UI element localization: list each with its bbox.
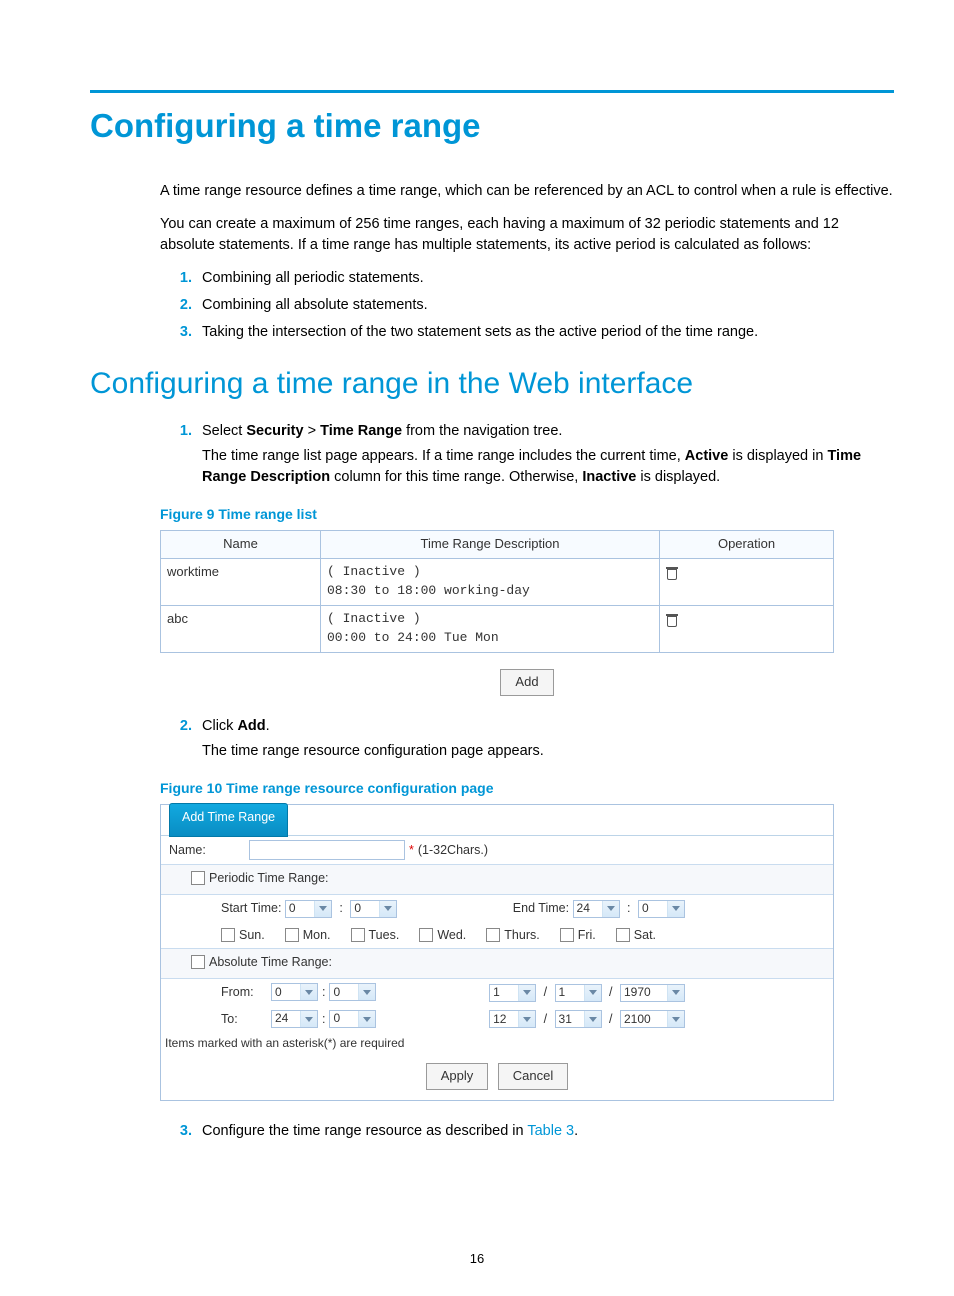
- cell-name: abc: [161, 605, 321, 652]
- step-3: Configure the time range resource as des…: [196, 1121, 894, 1142]
- step-2: Click Add. The time range resource confi…: [196, 716, 894, 762]
- chevron-down-icon: [379, 901, 396, 917]
- end-hour-select[interactable]: 24: [573, 900, 620, 918]
- day-fri-checkbox[interactable]: [560, 928, 574, 942]
- day-thu-checkbox[interactable]: [486, 928, 500, 942]
- col-desc: Time Range Description: [321, 531, 660, 559]
- day-sat-checkbox[interactable]: [616, 928, 630, 942]
- to-hour-select[interactable]: 24: [271, 1010, 318, 1028]
- cell-desc: ( Inactive ) 00:00 to 24:00 Tue Mon: [321, 605, 660, 652]
- chevron-down-icon: [300, 984, 317, 1000]
- page-number: 16: [0, 1251, 954, 1266]
- to-month-select[interactable]: 12: [489, 1010, 536, 1028]
- intro-paragraph-1: A time range resource defines a time ran…: [160, 181, 894, 202]
- cell-name: worktime: [161, 559, 321, 606]
- absolute-label: Absolute Time Range:: [209, 953, 332, 971]
- steps-list-cont2: Configure the time range resource as des…: [160, 1121, 894, 1142]
- table-row: abc ( Inactive ) 00:00 to 24:00 Tue Mon: [161, 605, 834, 652]
- days-row: Sun. Mon. Tues. Wed. Thurs. Fri. Sat.: [161, 922, 833, 948]
- intro-list-item: Combining all absolute statements.: [196, 295, 894, 316]
- name-label: Name:: [169, 841, 249, 859]
- chevron-down-icon: [358, 984, 375, 1000]
- apply-button[interactable]: Apply: [426, 1063, 489, 1090]
- page-title: Configuring a time range: [90, 107, 894, 145]
- trash-icon[interactable]: [666, 613, 678, 627]
- from-label: From:: [221, 983, 271, 1001]
- steps-list-cont: Click Add. The time range resource confi…: [160, 716, 894, 762]
- cell-desc: ( Inactive ) 08:30 to 18:00 working-day: [321, 559, 660, 606]
- steps-list: Select Security > Time Range from the na…: [160, 421, 894, 488]
- day-mon-checkbox[interactable]: [285, 928, 299, 942]
- start-min-select[interactable]: 0: [350, 900, 397, 918]
- chevron-down-icon: [314, 901, 331, 917]
- config-form: Add Time Range Name: * (1-32Chars.) Peri…: [160, 804, 834, 1101]
- chevron-down-icon: [518, 1011, 535, 1027]
- col-name: Name: [161, 531, 321, 559]
- step-1: Select Security > Time Range from the na…: [196, 421, 894, 488]
- to-year-select[interactable]: 2100: [620, 1010, 685, 1028]
- table-row: worktime ( Inactive ) 08:30 to 18:00 wor…: [161, 559, 834, 606]
- from-month-select[interactable]: 1: [489, 984, 536, 1002]
- to-min-select[interactable]: 0: [329, 1010, 376, 1028]
- chevron-down-icon: [584, 1011, 601, 1027]
- day-sun-checkbox[interactable]: [221, 928, 235, 942]
- name-hint: (1-32Chars.): [418, 841, 488, 859]
- chevron-down-icon: [300, 1011, 317, 1027]
- chevron-down-icon: [667, 985, 684, 1001]
- from-min-select[interactable]: 0: [329, 983, 376, 1001]
- from-day-select[interactable]: 1: [555, 984, 602, 1002]
- day-tue-checkbox[interactable]: [351, 928, 365, 942]
- to-label: To:: [221, 1010, 271, 1028]
- chevron-down-icon: [518, 985, 535, 1001]
- start-time-label: Start Time:: [221, 901, 281, 915]
- chevron-down-icon: [584, 985, 601, 1001]
- end-time-label: End Time:: [513, 901, 569, 915]
- intro-list-item: Combining all periodic statements.: [196, 268, 894, 289]
- chevron-down-icon: [667, 901, 684, 917]
- chevron-down-icon: [667, 1011, 684, 1027]
- periodic-checkbox[interactable]: [191, 871, 205, 885]
- time-range-list-table: Name Time Range Description Operation wo…: [160, 530, 834, 652]
- cancel-button[interactable]: Cancel: [498, 1063, 568, 1090]
- col-op: Operation: [660, 531, 834, 559]
- intro-list-item: Taking the intersection of the two state…: [196, 322, 894, 343]
- section-heading: Configuring a time range in the Web inte…: [90, 367, 894, 401]
- figure-9-caption: Figure 9 Time range list: [160, 504, 894, 524]
- table-3-link[interactable]: Table 3: [527, 1123, 574, 1139]
- chevron-down-icon: [602, 901, 619, 917]
- start-hour-select[interactable]: 0: [285, 900, 332, 918]
- day-wed-checkbox[interactable]: [419, 928, 433, 942]
- tab-add-time-range[interactable]: Add Time Range: [169, 803, 288, 837]
- chevron-down-icon: [358, 1011, 375, 1027]
- name-field[interactable]: [249, 840, 405, 860]
- figure-10-caption: Figure 10 Time range resource configurat…: [160, 778, 894, 798]
- intro-list: Combining all periodic statements. Combi…: [160, 268, 894, 343]
- to-day-select[interactable]: 31: [555, 1010, 602, 1028]
- periodic-label: Periodic Time Range:: [209, 869, 329, 887]
- intro-paragraph-2: You can create a maximum of 256 time ran…: [160, 214, 894, 256]
- absolute-checkbox[interactable]: [191, 955, 205, 969]
- from-hour-select[interactable]: 0: [271, 983, 318, 1001]
- add-button[interactable]: Add: [500, 669, 553, 696]
- trash-icon[interactable]: [666, 566, 678, 580]
- from-year-select[interactable]: 1970: [620, 984, 685, 1002]
- required-note: Items marked with an asterisk(*) are req…: [161, 1035, 833, 1052]
- end-min-select[interactable]: 0: [638, 900, 685, 918]
